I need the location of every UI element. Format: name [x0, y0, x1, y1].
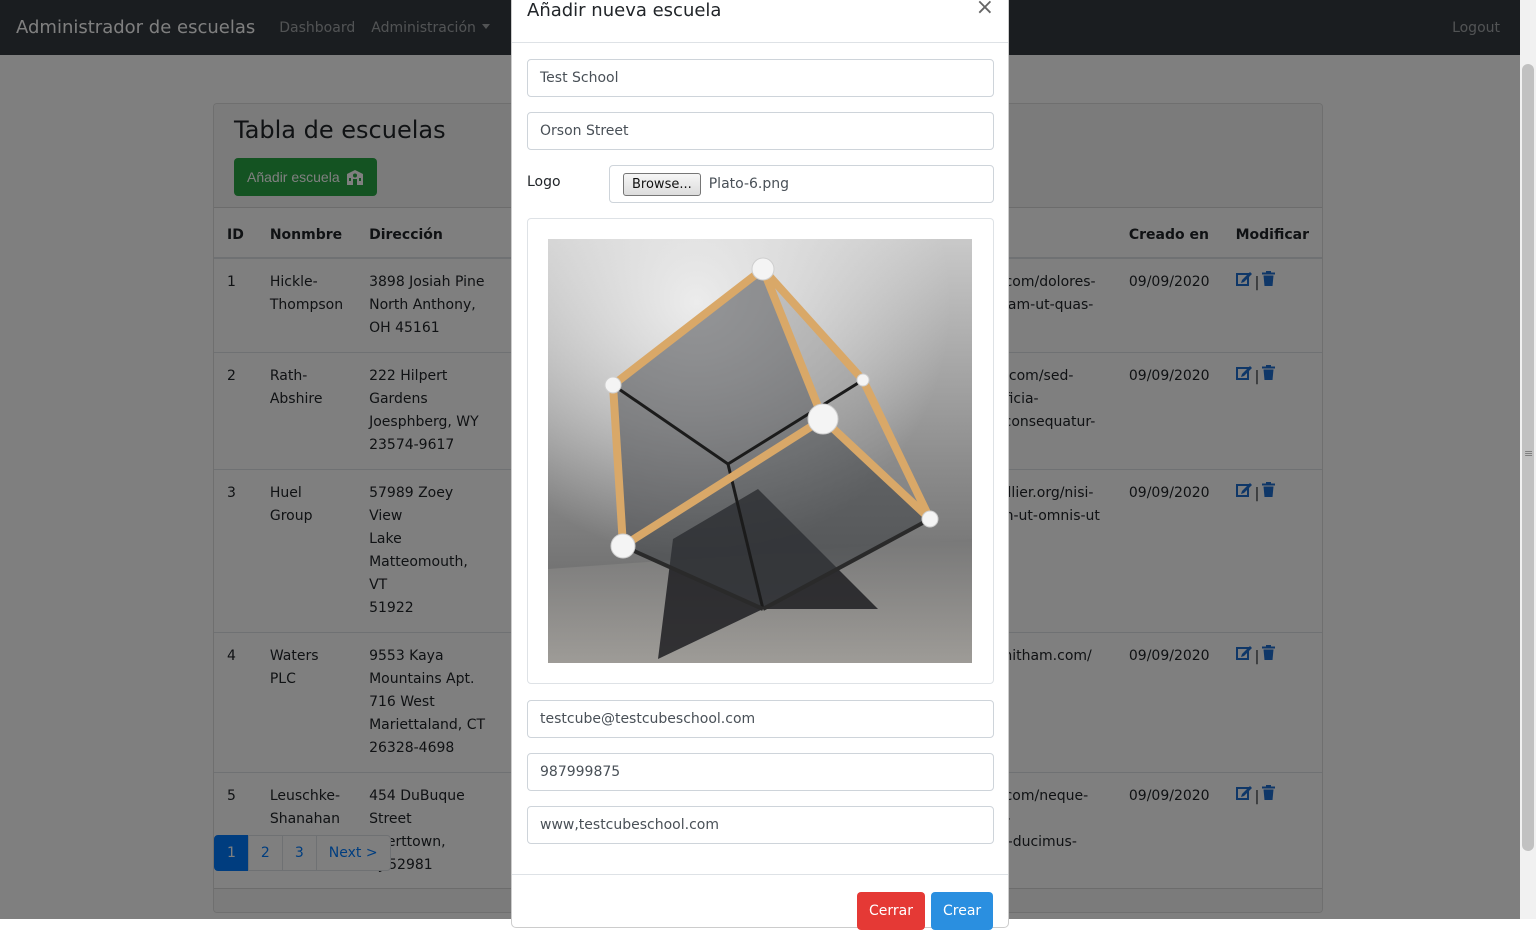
logo-label: Logo: [527, 174, 561, 190]
logo-file-input[interactable]: Browse... Plato-6.png: [609, 165, 994, 203]
modal-title: Añadir nueva escuela: [527, 0, 722, 21]
file-name: Plato-6.png: [708, 176, 790, 192]
modal-header: Añadir nueva escuela ×: [512, 0, 1008, 43]
add-school-modal: Añadir nueva escuela × Test School Orson…: [511, 0, 1009, 930]
modal-footer: Cerrar Crear: [512, 874, 1008, 934]
cancel-button[interactable]: Cerrar: [857, 892, 925, 930]
submit-button[interactable]: Crear: [931, 892, 994, 930]
school-address-input[interactable]: Orson Street: [527, 112, 994, 150]
logo-preview-frame: [527, 218, 994, 684]
logo-preview-image: [548, 239, 972, 663]
website-input[interactable]: www,testcubeschool.com: [527, 806, 994, 844]
close-icon[interactable]: ×: [976, 0, 994, 19]
email-input[interactable]: testcube@testcubeschool.com: [527, 700, 994, 738]
page-scrollbar[interactable]: ≡: [1520, 0, 1536, 919]
phone-input[interactable]: 987999875: [527, 753, 994, 791]
browse-button[interactable]: Browse...: [623, 172, 701, 196]
school-name-input[interactable]: Test School: [527, 59, 994, 97]
scrollbar-grip-icon: ≡: [1524, 447, 1534, 460]
